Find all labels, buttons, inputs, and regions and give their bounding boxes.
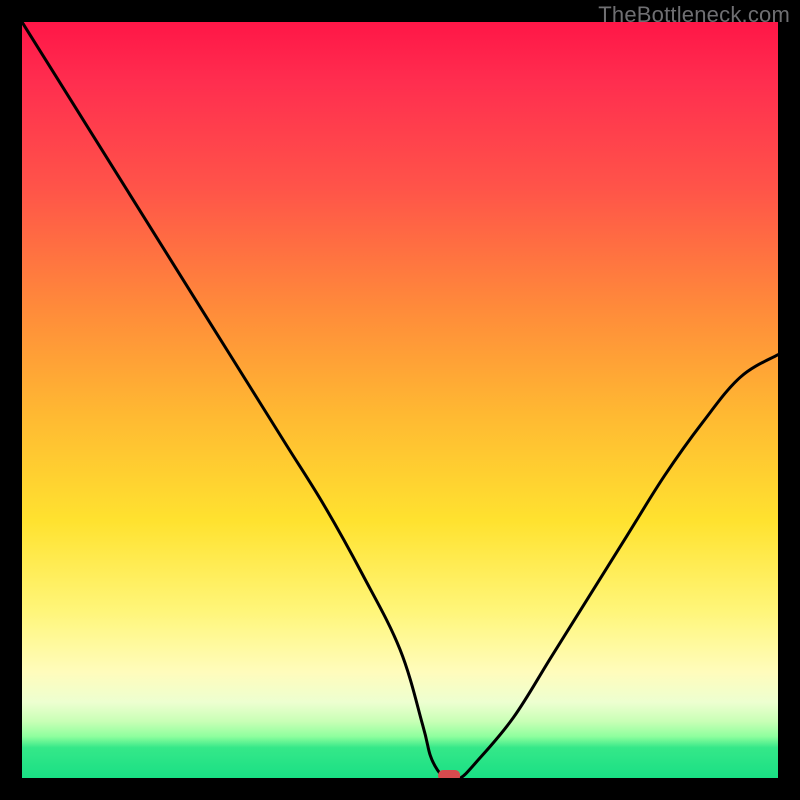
chart-plot-area — [22, 22, 778, 778]
bottleneck-curve-svg — [22, 22, 778, 778]
min-marker — [438, 770, 460, 778]
watermark-label: TheBottleneck.com — [598, 2, 790, 28]
chart-frame: TheBottleneck.com — [0, 0, 800, 800]
bottleneck-curve-path — [22, 22, 778, 778]
